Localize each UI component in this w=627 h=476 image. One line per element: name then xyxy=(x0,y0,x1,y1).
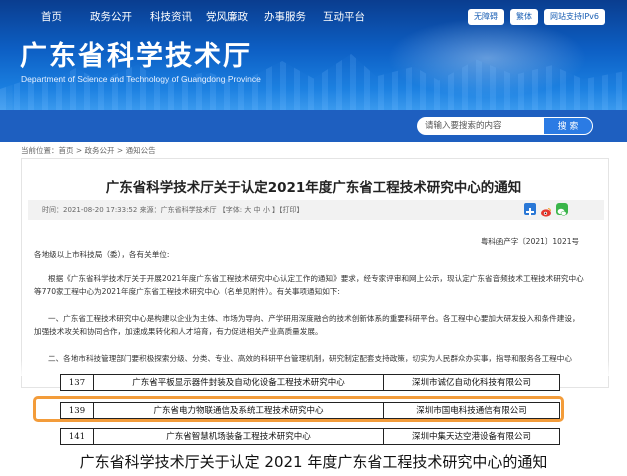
share-plus-icon[interactable] xyxy=(524,203,536,216)
article-paragraph-2: 一、广东省工程技术研究中心是构建以企业为主体、市场为导向、产学研用深度融合的技术… xyxy=(34,314,580,336)
wechat-icon[interactable] xyxy=(556,203,568,216)
table-cell-center-name: 广东省平板显示器件封装及自动化设备工程技术研究中心 xyxy=(94,375,384,391)
article-meta[interactable]: 时间：2021-08-20 17:33:52 来源：广东省科学技术厅 【字体: … xyxy=(42,205,304,215)
nav-item-home[interactable]: 首页 xyxy=(41,9,62,24)
document-number: 粤科函产字〔2021〕1021号 xyxy=(480,237,579,246)
table-cell-organization: 深圳市诚亿自动化科技有限公司 xyxy=(384,375,560,391)
highlight-box xyxy=(33,396,564,422)
site-title[interactable]: 广东省科学技术厅 xyxy=(20,34,252,73)
table-cell-organization: 深圳中集天达空港设备有限公司 xyxy=(384,429,560,445)
nav-item-tech-news[interactable]: 科技资讯 xyxy=(150,9,192,24)
site-subtitle: Department of Science and Technology of … xyxy=(21,74,261,84)
table-row: 137 广东省平板显示器件封装及自动化设备工程技术研究中心 深圳市诚亿自动化科技… xyxy=(60,374,560,391)
nav-item-government-affairs[interactable]: 政务公开 xyxy=(90,9,132,24)
nav-item-interaction[interactable]: 互动平台 xyxy=(323,9,365,24)
nav-item-party-integrity[interactable]: 党风廉政 xyxy=(206,9,248,24)
top-utility-buttons: 无障碍 繁体 网站支持IPv6 xyxy=(467,9,605,25)
table-cell-number: 137 xyxy=(60,375,94,391)
accessibility-button[interactable]: 无障碍 xyxy=(467,9,504,25)
weibo-icon[interactable] xyxy=(540,203,552,217)
image-caption: 广东省科学技术厅关于认定 2021 年度广东省工程技术研究中心的通知 xyxy=(79,453,548,471)
ipv6-badge[interactable]: 网站支持IPv6 xyxy=(543,9,605,25)
search-button[interactable]: 搜 索 xyxy=(543,117,593,135)
breadcrumb[interactable]: 当前位置：首页 > 政务公开 > 通知公告 xyxy=(21,145,156,156)
nav-item-services[interactable]: 办事服务 xyxy=(264,9,306,24)
table-row: 141 广东省智慧机场装备工程技术研究中心 深圳中集天达空港设备有限公司 xyxy=(60,428,560,445)
table-cell-center-name: 广东省智慧机场装备工程技术研究中心 xyxy=(94,429,384,445)
traditional-chinese-button[interactable]: 繁体 xyxy=(509,9,538,25)
table-cell-number: 141 xyxy=(60,429,94,445)
article-paragraph-1: 根据《广东省科学技术厅关于开展2021年度广东省工程技术研究中心认定工作的通知》… xyxy=(34,274,584,296)
article-greeting: 各地级以上市科技局（委），各有关单位: xyxy=(34,250,170,259)
article-title: 广东省科学技术厅关于认定2021年度广东省工程技术研究中心的通知 xyxy=(105,180,522,196)
search-input[interactable]: 请输入要搜索的内容 xyxy=(417,117,543,135)
